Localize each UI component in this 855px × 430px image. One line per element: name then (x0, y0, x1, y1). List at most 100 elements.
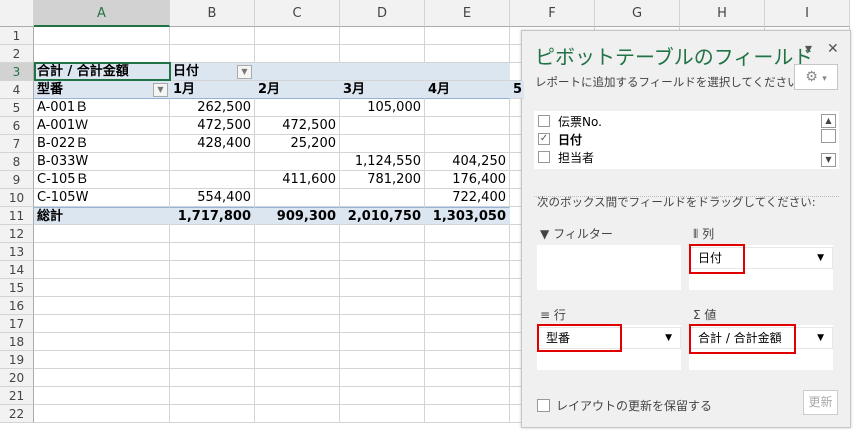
cell-B4[interactable]: 1月 (170, 81, 255, 99)
cell-D6[interactable] (340, 117, 425, 135)
cell-C10[interactable] (255, 189, 340, 207)
row-header-6[interactable]: 6 (0, 117, 34, 135)
column-filter-dropdown[interactable]: ▼ (237, 65, 252, 79)
cell-A8[interactable]: B-033W (34, 153, 170, 171)
column-header-C[interactable]: C (255, 0, 340, 27)
cell-D1[interactable] (340, 27, 425, 45)
cell-E12[interactable] (425, 225, 510, 243)
cell-A9[interactable]: C-105Ｂ (34, 171, 170, 189)
cell-B9[interactable] (170, 171, 255, 189)
row-header-8[interactable]: 8 (0, 153, 34, 171)
column-header-G[interactable]: G (595, 0, 680, 27)
row-header-21[interactable]: 21 (0, 387, 34, 405)
cell-B6[interactable]: 472,500 (170, 117, 255, 135)
row-header-15[interactable]: 15 (0, 279, 34, 297)
cell-E19[interactable] (425, 351, 510, 369)
row-header-4[interactable]: 4 (0, 81, 34, 99)
cell-C17[interactable] (255, 315, 340, 333)
column-header-B[interactable]: B (170, 0, 255, 27)
cell-E22[interactable] (425, 405, 510, 423)
cell-A13[interactable] (34, 243, 170, 261)
cell-D17[interactable] (340, 315, 425, 333)
cell-E16[interactable] (425, 297, 510, 315)
cell-A7[interactable]: B-022Ｂ (34, 135, 170, 153)
cell-D15[interactable] (340, 279, 425, 297)
row-header-14[interactable]: 14 (0, 261, 34, 279)
cell-A10[interactable]: C-105W (34, 189, 170, 207)
row-header-17[interactable]: 17 (0, 315, 34, 333)
cell-B13[interactable] (170, 243, 255, 261)
cell-B16[interactable] (170, 297, 255, 315)
cell-B8[interactable] (170, 153, 255, 171)
cell-E20[interactable] (425, 369, 510, 387)
cell-B19[interactable] (170, 351, 255, 369)
cell-A1[interactable] (34, 27, 170, 45)
cell-C6[interactable]: 472,500 (255, 117, 340, 135)
row-header-10[interactable]: 10 (0, 189, 34, 207)
checkbox[interactable] (538, 115, 550, 127)
cell-E18[interactable] (425, 333, 510, 351)
cell-D19[interactable] (340, 351, 425, 369)
column-header-A[interactable]: A (34, 0, 170, 27)
cell-E11[interactable]: 1,303,050 (425, 207, 510, 225)
cell-B7[interactable]: 428,400 (170, 135, 255, 153)
cell-E2[interactable] (425, 45, 510, 63)
cell-C1[interactable] (255, 27, 340, 45)
cell-C13[interactable] (255, 243, 340, 261)
cell-C12[interactable] (255, 225, 340, 243)
cell-A21[interactable] (34, 387, 170, 405)
cell-A4[interactable]: 型番 (34, 81, 170, 99)
cell-B21[interactable] (170, 387, 255, 405)
cell-A17[interactable] (34, 315, 170, 333)
cell-D4[interactable]: 3月 (340, 81, 425, 99)
cell-B10[interactable]: 554,400 (170, 189, 255, 207)
cell-B11[interactable]: 1,717,800 (170, 207, 255, 225)
column-header-D[interactable]: D (340, 0, 425, 27)
cell-D3[interactable] (340, 63, 425, 81)
column-header-I[interactable]: I (765, 0, 850, 27)
checkbox[interactable] (537, 399, 550, 412)
cell-D20[interactable] (340, 369, 425, 387)
cell-A12[interactable] (34, 225, 170, 243)
cell-C16[interactable] (255, 297, 340, 315)
cell-C8[interactable] (255, 153, 340, 171)
cell-D13[interactable] (340, 243, 425, 261)
cell-C18[interactable] (255, 333, 340, 351)
cell-E8[interactable]: 404,250 (425, 153, 510, 171)
scrollbar-thumb[interactable] (821, 129, 836, 143)
cell-C20[interactable] (255, 369, 340, 387)
cell-E21[interactable] (425, 387, 510, 405)
cell-D14[interactable] (340, 261, 425, 279)
cell-D21[interactable] (340, 387, 425, 405)
cell-E7[interactable] (425, 135, 510, 153)
column-header-F[interactable]: F (510, 0, 595, 27)
row-filter-dropdown[interactable]: ▼ (153, 83, 168, 97)
cell-D10[interactable] (340, 189, 425, 207)
row-header-3[interactable]: 3 (0, 63, 34, 81)
column-header-E[interactable]: E (425, 0, 510, 27)
cell-E17[interactable] (425, 315, 510, 333)
scroll-up-button[interactable]: ▲ (821, 114, 836, 128)
cell-C9[interactable]: 411,600 (255, 171, 340, 189)
field-item-tantou[interactable]: 担当者 (538, 148, 594, 166)
cell-E1[interactable] (425, 27, 510, 45)
row-header-19[interactable]: 19 (0, 351, 34, 369)
cell-D7[interactable] (340, 135, 425, 153)
cell-C5[interactable] (255, 99, 340, 117)
cell-B5[interactable]: 262,500 (170, 99, 255, 117)
cell-C4[interactable]: 2月 (255, 81, 340, 99)
update-button[interactable]: 更新 (803, 390, 838, 415)
cell-E14[interactable] (425, 261, 510, 279)
row-header-13[interactable]: 13 (0, 243, 34, 261)
defer-update-option[interactable]: レイアウトの更新を保留する (537, 397, 712, 414)
cell-A6[interactable]: A-001Ｗ (34, 117, 170, 135)
cell-A11[interactable]: 総計 (34, 207, 170, 225)
cell-B17[interactable] (170, 315, 255, 333)
row-header-5[interactable]: 5 (0, 99, 34, 117)
cell-E5[interactable] (425, 99, 510, 117)
checkbox-checked[interactable]: ✓ (538, 133, 550, 145)
cell-C3[interactable] (255, 63, 340, 81)
row-header-18[interactable]: 18 (0, 333, 34, 351)
cell-A22[interactable] (34, 405, 170, 423)
field-item-date[interactable]: ✓ 日付 (538, 130, 582, 148)
